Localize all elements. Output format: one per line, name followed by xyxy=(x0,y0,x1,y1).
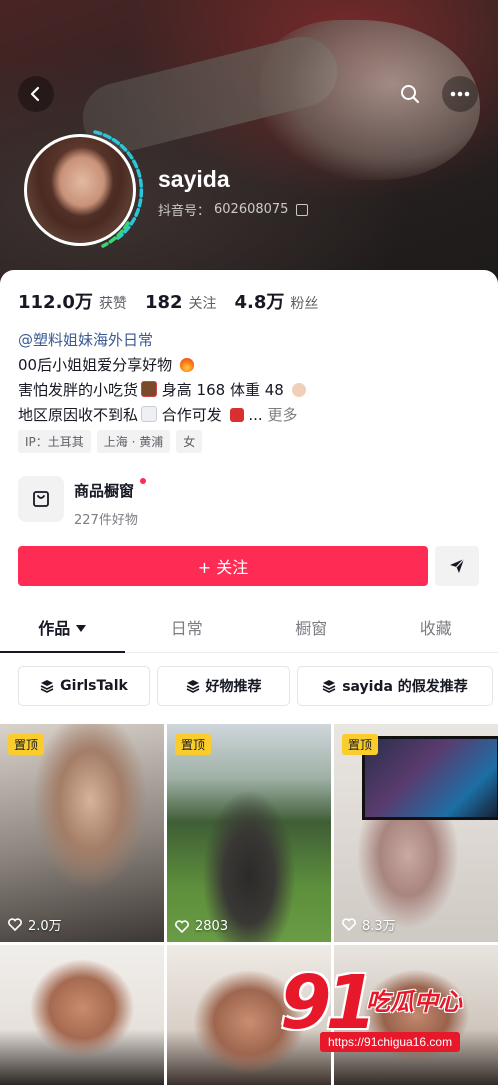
share-button[interactable] xyxy=(435,546,479,586)
back-button[interactable] xyxy=(18,76,54,112)
stat-value: 112.0万 xyxy=(18,288,93,314)
heart-icon xyxy=(342,918,356,931)
nickname: sayida xyxy=(158,166,230,193)
avatar[interactable] xyxy=(18,128,144,254)
follow-button[interactable]: + 关注 xyxy=(18,546,428,586)
stat-following[interactable]: 182 关注 xyxy=(145,292,217,313)
like-count: 8.3万 xyxy=(342,915,396,934)
collection-wigs[interactable]: sayida 的假发推荐 xyxy=(297,666,493,706)
stats-row: 112.0万 获赞 182 关注 4.8万 粉丝 xyxy=(18,288,318,314)
search-icon xyxy=(399,83,421,105)
search-button[interactable] xyxy=(392,76,428,112)
like-count: 2.0万 xyxy=(8,915,62,934)
envelope-emoji-icon xyxy=(141,406,157,422)
like-count: 2803 xyxy=(175,919,228,934)
shop-title: 商品橱窗 xyxy=(74,480,138,501)
bio-line-3c: ... xyxy=(244,406,263,424)
fairy-emoji-icon xyxy=(292,383,306,397)
watermark-logo: 91 吃瓜中心 https://91chigua16.com xyxy=(280,960,490,1060)
more-dots-icon xyxy=(450,91,470,97)
bio-line-2b: 身高 168 体重 48 xyxy=(157,381,284,399)
send-icon xyxy=(448,557,466,575)
heart-icon xyxy=(8,918,22,931)
collection-label: 好物推荐 xyxy=(206,676,262,696)
stat-likes[interactable]: 112.0万 获赞 xyxy=(18,288,127,314)
copy-icon[interactable] xyxy=(296,204,308,216)
profile-tags: IP：土耳其 上海 · 黄浦 女 xyxy=(18,430,202,453)
stat-label: 获赞 xyxy=(99,293,127,313)
tag-gender: 女 xyxy=(176,430,202,453)
content-tabs: 作品 日常 橱窗 收藏 xyxy=(0,606,498,653)
heart-icon xyxy=(175,920,189,933)
bio-line-2a: 害怕发胖的小吃货 xyxy=(18,381,138,399)
tv-screen xyxy=(362,736,498,820)
stack-icon xyxy=(40,679,54,693)
profile-banner: sayida 抖音号： 602608075 xyxy=(0,0,498,290)
mailbox-emoji-icon xyxy=(230,408,244,422)
tab-works[interactable]: 作品 xyxy=(0,606,125,652)
caret-down-icon xyxy=(76,625,86,632)
fire-emoji-icon xyxy=(180,358,194,372)
tag-location: 上海 · 黄浦 xyxy=(97,430,170,453)
notification-dot xyxy=(140,478,146,484)
more-button[interactable] xyxy=(442,76,478,112)
video-thumbnail[interactable]: 置顶 2803 xyxy=(167,724,331,942)
bio: @塑料姐妹海外日常 00后小姐姐爱分享好物 害怕发胖的小吃货 身高 168 体重… xyxy=(18,328,306,428)
stat-label: 粉丝 xyxy=(290,293,318,313)
video-thumbnail[interactable]: 置顶 8.3万 xyxy=(334,724,498,942)
douyin-id-value: 602608075 xyxy=(214,202,288,217)
bio-line-3a: 地区原因收不到私 xyxy=(18,406,138,424)
pinned-badge: 置顶 xyxy=(175,734,211,755)
shop-window-entry[interactable]: 商品橱窗 227件好物 xyxy=(18,476,138,528)
back-arrow-icon xyxy=(27,85,45,103)
collection-girlstalk[interactable]: GirlsTalk xyxy=(18,666,150,706)
tag-ip: IP：土耳其 xyxy=(18,430,91,453)
pinned-badge: 置顶 xyxy=(8,734,44,755)
video-thumbnail[interactable] xyxy=(0,945,164,1085)
stack-icon xyxy=(322,679,336,693)
stat-value: 4.8万 xyxy=(235,288,285,314)
collection-label: GirlsTalk xyxy=(60,678,128,694)
watermark-url: https://91chigua16.com xyxy=(320,1032,460,1052)
douyin-id-label: 抖音号： xyxy=(158,200,210,219)
bio-line-3b: 合作可发 xyxy=(157,406,222,424)
bio-more-link[interactable]: 更多 xyxy=(267,406,297,424)
pinned-badge: 置顶 xyxy=(342,734,378,755)
bio-line-1: 00后小姐姐爱分享好物 xyxy=(18,356,172,374)
collection-label: sayida 的假发推荐 xyxy=(342,676,468,696)
chocolate-emoji-icon xyxy=(141,381,157,397)
collection-recommend[interactable]: 好物推荐 xyxy=(157,666,290,706)
stack-icon xyxy=(186,679,200,693)
collections-row: GirlsTalk 好物推荐 sayida 的假发推荐 xyxy=(18,666,493,706)
stat-value: 182 xyxy=(145,292,183,313)
stat-label: 关注 xyxy=(189,293,217,313)
tab-favorites[interactable]: 收藏 xyxy=(374,606,498,652)
douyin-id[interactable]: 抖音号： 602608075 xyxy=(158,200,308,219)
stat-followers[interactable]: 4.8万 粉丝 xyxy=(235,288,319,314)
avatar-photo xyxy=(24,134,136,246)
shop-bag-icon xyxy=(18,476,64,522)
video-thumbnail[interactable]: 置顶 2.0万 xyxy=(0,724,164,942)
watermark-name: 吃瓜中心 xyxy=(366,982,462,1017)
bio-mention-link[interactable]: @塑料姐妹海外日常 xyxy=(18,331,153,349)
tab-shop-window[interactable]: 橱窗 xyxy=(249,606,374,652)
tab-daily[interactable]: 日常 xyxy=(125,606,250,652)
shop-subtitle: 227件好物 xyxy=(74,509,138,528)
profile-card: 112.0万 获赞 182 关注 4.8万 粉丝 @塑料姐妹海外日常 00后小姐… xyxy=(0,270,498,1080)
